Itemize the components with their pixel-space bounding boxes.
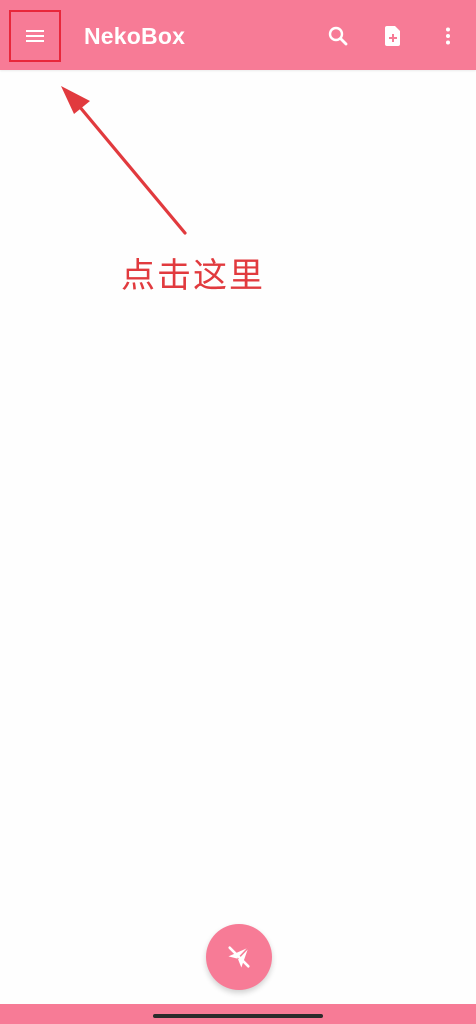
search-icon xyxy=(328,26,348,46)
app-screen: NekoBox 点击这里 xyxy=(0,0,476,1024)
paper-plane-off-icon xyxy=(228,946,250,968)
more-options-button[interactable] xyxy=(432,20,464,52)
search-button[interactable] xyxy=(322,20,354,52)
annotation-text: 点击这里 xyxy=(121,256,265,296)
app-title: NekoBox xyxy=(84,23,186,49)
new-file-button[interactable] xyxy=(377,20,409,52)
menu-button[interactable] xyxy=(9,10,61,62)
app-bar: NekoBox xyxy=(0,0,476,70)
more-vert-icon xyxy=(446,27,450,45)
gesture-handle[interactable] xyxy=(153,1014,323,1018)
menu-icon xyxy=(26,30,44,42)
note-add-icon xyxy=(385,26,400,46)
connect-fab[interactable] xyxy=(206,924,272,990)
